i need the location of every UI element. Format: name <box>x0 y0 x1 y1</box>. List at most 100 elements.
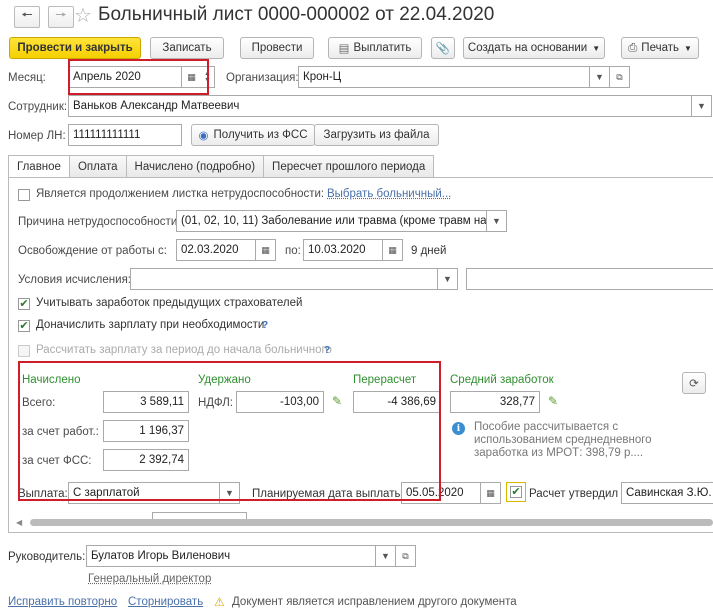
approved-checkbox-frame[interactable]: ✔ <box>506 482 526 502</box>
open-icon: ⧉ <box>402 550 409 561</box>
arrow-left-icon: 🠔 <box>21 7 33 22</box>
calendar-icon: ▦ <box>486 487 495 498</box>
month-highlight-box <box>68 59 209 95</box>
conditions-dropdown[interactable]: ▼ <box>438 268 458 290</box>
pay-button[interactable]: ▤ Выплатить <box>328 37 422 59</box>
chevron-down-icon: ▼ <box>595 72 604 82</box>
continuation-label: Является продолжением листка нетрудоспос… <box>36 188 325 200</box>
reason-input[interactable]: (01, 02, 10, 11) Заболевание или травма … <box>176 210 487 232</box>
forward-button[interactable]: 🠖 <box>48 6 74 28</box>
conditions-extra-input[interactable] <box>466 268 713 290</box>
fss-icon: ◉ <box>198 130 209 142</box>
days-count: 9 дней <box>411 245 447 257</box>
chevron-down-icon: ▼ <box>592 43 601 53</box>
chevron-down-icon: ▼ <box>683 43 692 53</box>
amounts-highlight-box <box>18 361 441 501</box>
info-icon: i <box>452 422 465 435</box>
head-label: Руководитель: <box>8 551 86 563</box>
tab-accrued-detailed[interactable]: Начислено (подробно) <box>125 155 265 177</box>
avg-earnings-header: Средний заработок <box>450 374 554 386</box>
edit-avg-earnings-icon[interactable]: ✎ <box>548 394 558 408</box>
arrow-right-icon: 🠖 <box>55 7 67 22</box>
date-to-calendar[interactable]: ▦ <box>383 239 403 261</box>
refresh-button[interactable]: ⟳ <box>682 372 706 394</box>
paperclip-icon: 📎 <box>435 43 451 55</box>
date-to-input[interactable]: 10.03.2020 <box>303 239 383 261</box>
calendar-icon: ▦ <box>261 244 270 255</box>
approved-checkbox[interactable]: ✔ <box>510 486 522 498</box>
calc-before-help-icon[interactable]: ? <box>324 345 330 356</box>
conditions-label: Условия исчисления: <box>18 274 131 286</box>
planned-date-calendar[interactable]: ▦ <box>481 482 501 504</box>
date-from-input[interactable]: 02.03.2020 <box>176 239 256 261</box>
load-from-file-button[interactable]: Загрузить из файла <box>314 124 439 146</box>
date-from-calendar[interactable]: ▦ <box>256 239 276 261</box>
organization-input[interactable]: Крон-Ц <box>298 66 590 88</box>
to-label: по: <box>285 245 301 257</box>
attach-button[interactable]: 📎 <box>431 37 455 59</box>
calc-before-label: Рассчитать зарплату за период до начала … <box>36 344 332 356</box>
checkmark-icon: ✔ <box>511 485 521 498</box>
refresh-icon: ⟳ <box>689 378 699 390</box>
print-button[interactable]: ⎙ Печать ▼ <box>621 37 699 59</box>
save-button[interactable]: Записать <box>150 37 224 59</box>
select-sick-leave-link[interactable]: Выбрать больничный... <box>327 188 451 200</box>
release-label: Освобождение от работы с: <box>18 245 167 257</box>
organization-label: Организация: <box>226 72 299 84</box>
fix-again-link[interactable]: Исправить повторно <box>8 596 117 608</box>
ln-number-label: Номер ЛН: <box>8 130 66 142</box>
open-icon: ⧉ <box>616 71 623 82</box>
tab-recalc-past-period[interactable]: Пересчет прошлого периода <box>263 155 435 177</box>
print-label: Печать <box>641 42 679 54</box>
calc-before-checkbox[interactable] <box>18 345 30 357</box>
tab-payment[interactable]: Оплата <box>68 155 127 177</box>
avg-earnings-value[interactable]: 328,77 <box>450 391 540 413</box>
position-link[interactable]: Генеральный директор <box>88 573 211 585</box>
month-label: Месяц: <box>8 72 46 84</box>
head-open[interactable]: ⧉ <box>396 545 416 567</box>
get-from-fss-label: Получить из ФСС <box>213 129 308 141</box>
continuation-checkbox[interactable] <box>18 189 30 201</box>
printer-icon: ⎙ <box>628 41 638 54</box>
scroll-left-icon[interactable]: ◀ <box>16 518 22 527</box>
chevron-down-icon: ▼ <box>697 101 706 111</box>
checkmark-icon: ✔ <box>19 297 29 310</box>
tab-main[interactable]: Главное <box>8 155 70 178</box>
favorite-star-icon[interactable]: ☆ <box>74 3 92 28</box>
head-dropdown[interactable]: ▼ <box>376 545 396 567</box>
chevron-down-icon: ▼ <box>492 216 501 226</box>
tab-bar: Главное Оплата Начислено (подробно) Пере… <box>8 155 435 178</box>
avg-note-line-3: заработка из МРОТ: 398,79 р.... <box>474 447 644 459</box>
approved-by-input[interactable]: Савинская З.Ю. ( <box>621 482 713 504</box>
chevron-down-icon: ▼ <box>381 551 390 561</box>
pay-button-label: Выплатить <box>353 42 412 54</box>
reason-label: Причина нетрудоспособности: <box>18 216 181 228</box>
create-based-button[interactable]: Создать на основании ▼ <box>463 37 605 59</box>
employee-dropdown[interactable]: ▼ <box>692 95 712 117</box>
chevron-down-icon: ▼ <box>443 274 452 284</box>
organization-open[interactable]: ⧉ <box>610 66 630 88</box>
employee-label: Сотрудник: <box>8 101 68 113</box>
employee-input[interactable]: Ваньков Александр Матвеевич <box>68 95 692 117</box>
get-from-fss-button[interactable]: ◉ Получить из ФСС <box>191 124 315 146</box>
reason-dropdown[interactable]: ▼ <box>487 210 507 232</box>
back-button[interactable]: 🠔 <box>14 6 40 28</box>
add-salary-checkbox[interactable]: ✔ <box>18 320 30 332</box>
organization-dropdown[interactable]: ▼ <box>590 66 610 88</box>
post-button[interactable]: Провести <box>240 37 314 59</box>
head-input[interactable]: Булатов Игорь Виленович <box>86 545 376 567</box>
calendar-icon: ▦ <box>388 244 397 255</box>
post-and-close-button[interactable]: Провести и закрыть <box>9 37 141 59</box>
warning-icon: ⚠ <box>214 595 225 609</box>
ln-number-input[interactable]: 111111111111 <box>68 124 182 146</box>
avg-note-line-1: Пособие рассчитывается с <box>474 421 619 433</box>
approved-label: Расчет утвердил <box>529 488 619 500</box>
warning-text: Документ является исправлением другого д… <box>232 596 517 608</box>
horizontal-scrollbar[interactable] <box>30 519 713 526</box>
reverse-link[interactable]: Сторнировать <box>128 596 203 608</box>
add-salary-help-icon[interactable]: ? <box>262 320 268 331</box>
prev-employers-checkbox[interactable]: ✔ <box>18 298 30 310</box>
conditions-input[interactable] <box>130 268 438 290</box>
avg-note: Пособие рассчитывается с использованием … <box>474 421 652 460</box>
avg-note-line-2: использованием среднедневного <box>474 434 652 446</box>
